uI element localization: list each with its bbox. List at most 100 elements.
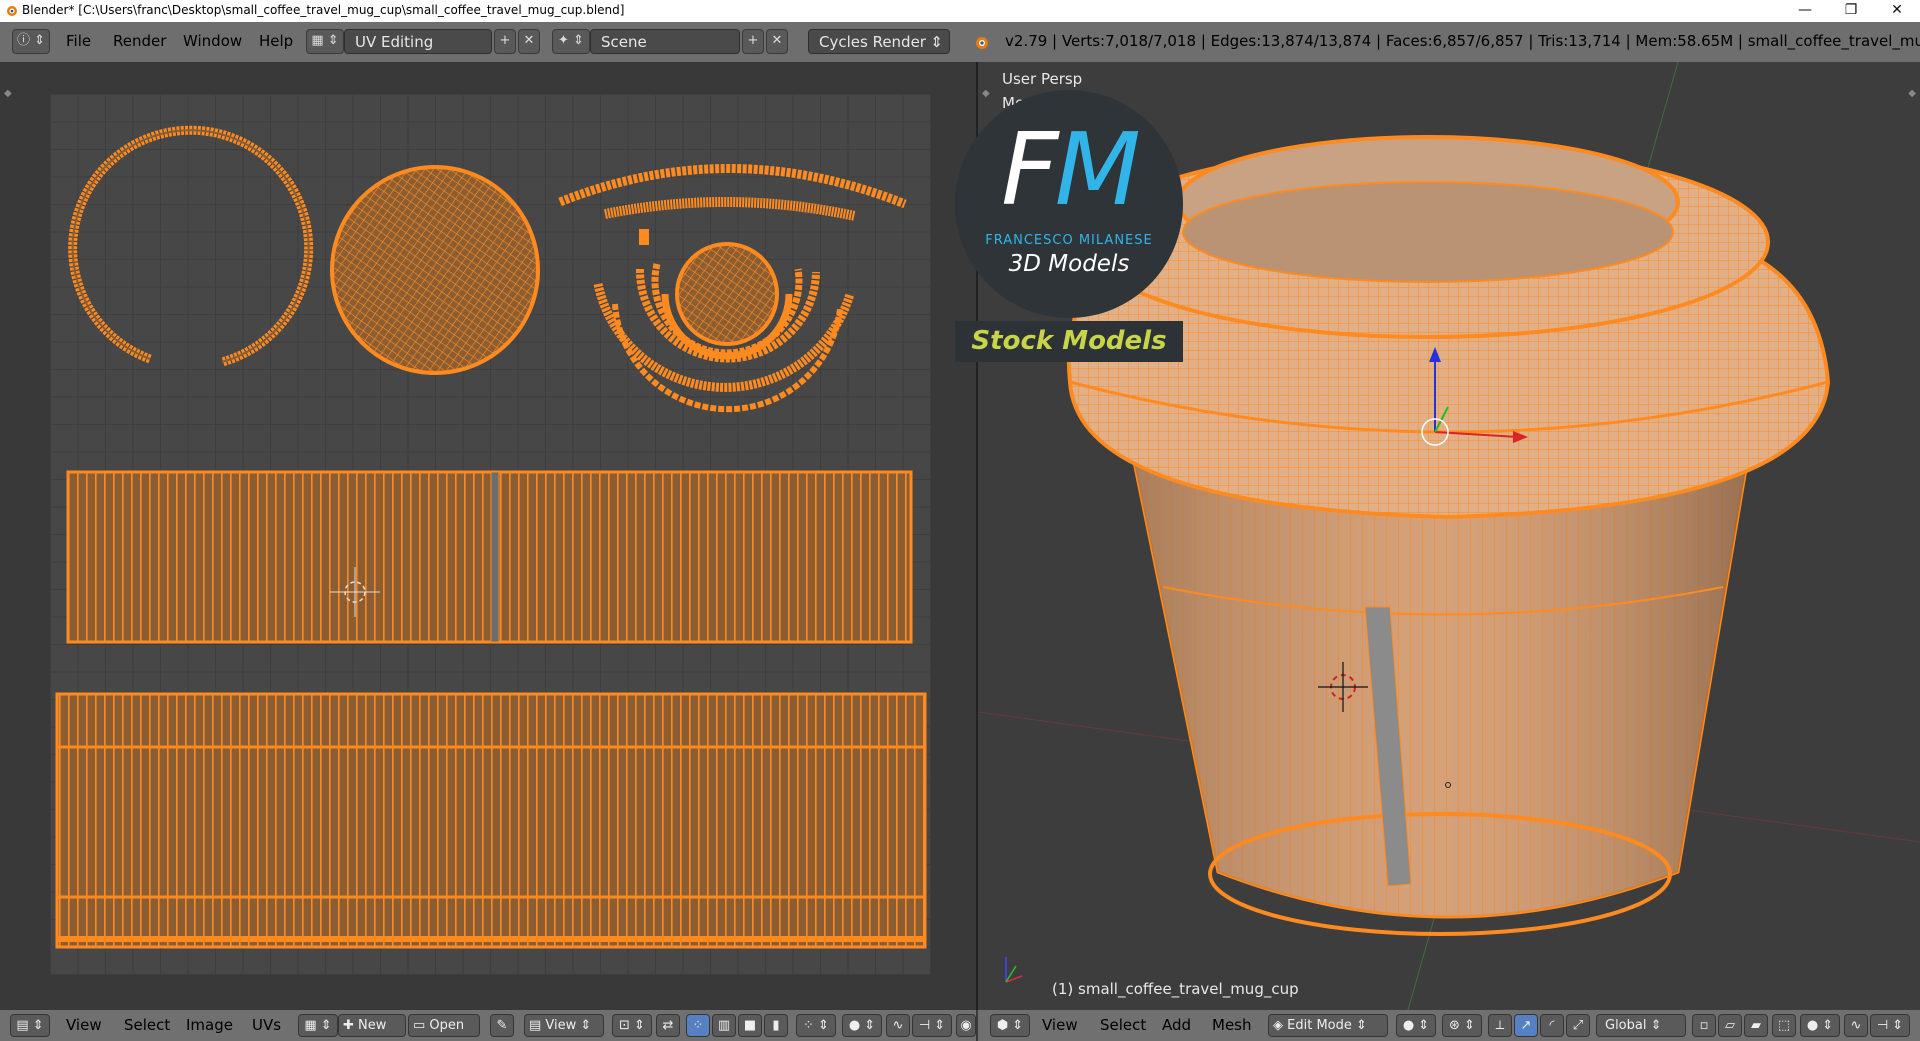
snap-3d-dropdown[interactable]: ⊣ ⇕ (1870, 1014, 1910, 1037)
cube-icon: ⬢ ⇕ (996, 1018, 1024, 1033)
rotate-manipulator-button[interactable]: ◜ (1540, 1014, 1564, 1037)
view-name-label: User Persp (1002, 70, 1083, 88)
logo-m: M (1054, 111, 1141, 228)
uv-island-arc (558, 164, 907, 209)
shading-sphere-icon: ● ⇕ (1402, 1018, 1430, 1033)
shading-dropdown[interactable]: ● ⇕ (1396, 1014, 1436, 1037)
island-select-button[interactable]: ▮ (764, 1014, 788, 1037)
scene-icon: ✦ ⇕ (558, 33, 584, 48)
scene-field[interactable]: Scene (590, 29, 740, 54)
region-toggle-icon[interactable]: ◆ (1908, 88, 1916, 99)
translate-manipulator-button[interactable]: ↗ (1514, 1014, 1538, 1037)
viewport-menu-view[interactable]: View (1042, 1016, 1078, 1034)
render-icon-button[interactable]: ◉ (956, 1014, 976, 1037)
minimize-button[interactable]: — (1782, 0, 1828, 22)
vertex-select-mode[interactable]: ▫ (1692, 1014, 1716, 1037)
new-image-button[interactable]: ✚ New (338, 1014, 406, 1037)
rotate-icon: ◜ (1549, 1018, 1555, 1033)
pivot-button[interactable]: ⊡ ⇕ (612, 1014, 652, 1037)
uv-islands[interactable] (50, 94, 931, 975)
editor-type-uv-button[interactable]: ▤ ⇕ (10, 1014, 50, 1037)
screen-layout-field[interactable]: UV Editing (344, 29, 492, 54)
occlude-geometry-button[interactable]: ⬚ (1772, 1014, 1796, 1037)
vertex-mode-icon: ▫ (1699, 1018, 1709, 1033)
scene-selector[interactable]: ✦ ⇕ (552, 29, 590, 54)
mode-dropdown[interactable]: ◈ Edit Mode ⇕ (1268, 1014, 1388, 1037)
viewport-menu-add[interactable]: Add (1162, 1016, 1191, 1034)
menu-window[interactable]: Window (183, 32, 242, 50)
watermark-banner: Stock Models (955, 321, 1183, 362)
edit-mode-icon: ◈ (1273, 1018, 1288, 1033)
editor-type-3d-button[interactable]: ⬢ ⇕ (990, 1014, 1030, 1037)
falloff-3d-button[interactable]: ∿ (1844, 1014, 1868, 1037)
uv-menu-image[interactable]: Image (186, 1016, 233, 1034)
delete-scene-button[interactable]: ✕ (766, 29, 788, 54)
sync-icon: ⇄ (662, 1018, 674, 1033)
logo-monogram: FM (955, 120, 1183, 220)
uv-editor-pane[interactable]: ◆ (0, 62, 978, 1010)
vertex-select-icon: ⁘ (692, 1018, 704, 1033)
region-toggle-icon[interactable]: ◆ (4, 88, 12, 99)
island-select-icon: ▮ (772, 1018, 780, 1033)
watermark-banner-text: Stock Models (971, 326, 1167, 356)
view-mode-dropdown[interactable]: ▤ View ⇕ (524, 1014, 604, 1037)
face-mode-icon: ▰ (1751, 1018, 1761, 1033)
scale-manipulator-button[interactable]: ⤢ (1566, 1014, 1590, 1037)
browse-image-button[interactable]: ▦ ⇕ (298, 1014, 338, 1037)
image-editor-icon: ▤ ⇕ (16, 1018, 44, 1033)
uv-island-lid-strip (55, 692, 927, 949)
render-engine-dropdown[interactable]: Cycles Render ⇕ (808, 29, 950, 54)
pivot-icon: ⊛ ⇕ (1449, 1018, 1475, 1033)
uv-canvas[interactable] (50, 94, 931, 975)
face-select-button[interactable]: ■ (738, 1014, 762, 1037)
open-image-button[interactable]: ▭ Open (408, 1014, 480, 1037)
sticky-icon: ⁘ ⇕ (803, 1018, 829, 1033)
viewport-menu-select[interactable]: Select (1100, 1016, 1146, 1034)
falloff-icon: ∿ (1850, 1018, 1862, 1033)
falloff-button[interactable]: ∿ (886, 1014, 910, 1037)
menu-help[interactable]: Help (259, 32, 293, 50)
face-select-mode[interactable]: ▰ (1744, 1014, 1768, 1037)
plus-icon: + (747, 33, 759, 48)
axis-widget-icon (1005, 957, 1023, 983)
menu-file[interactable]: File (66, 32, 91, 50)
editor-type-info-button[interactable]: ⓘ ⇕ (12, 29, 50, 54)
edge-select-mode[interactable]: ▱ (1718, 1014, 1742, 1037)
maximize-button[interactable]: ❐ (1828, 0, 1874, 22)
mode-label: Edit Mode (1287, 1018, 1352, 1033)
vertex-select-button[interactable]: ⁘ (686, 1014, 710, 1037)
pin-icon: ✎ (496, 1018, 508, 1033)
uv-menu-uvs[interactable]: UVs (252, 1016, 281, 1034)
proportional-edit-dropdown[interactable]: ● ⇕ (842, 1014, 882, 1037)
close-window-button[interactable]: ✕ (1874, 0, 1920, 22)
region-toggle-icon[interactable]: ◆ (982, 88, 990, 99)
pivot-point-dropdown[interactable]: ⊛ ⇕ (1442, 1014, 1482, 1037)
x-icon: ✕ (523, 33, 535, 48)
sync-selection-button[interactable]: ⇄ (656, 1014, 680, 1037)
pin-button[interactable]: ✎ (490, 1014, 514, 1037)
viewport-menu-mesh[interactable]: Mesh (1212, 1016, 1252, 1034)
menu-render[interactable]: Render (113, 32, 166, 50)
face-select-icon: ■ (743, 1018, 757, 1033)
sticky-select-dropdown[interactable]: ⁘ ⇕ (796, 1014, 836, 1037)
manipulator-toggle[interactable]: ⟂ (1488, 1014, 1512, 1037)
uv-menu-view[interactable]: View (66, 1016, 102, 1034)
uv-menu-select[interactable]: Select (124, 1016, 170, 1034)
delete-screen-button[interactable]: ✕ (518, 29, 540, 54)
scene-statistics: v2.79 | Verts:7,018/7,018 | Edges:13,874… (1005, 32, 1920, 50)
edge-mode-icon: ▱ (1725, 1018, 1735, 1033)
3d-viewport-header: ⬢ ⇕ View Select Add Mesh ◈ Edit Mode ⇕ ●… (978, 1010, 1920, 1041)
screen-layout-selector[interactable]: ▦ ⇕ (306, 29, 344, 54)
scale-icon: ⤢ (1572, 1018, 1584, 1033)
uv-editor-header: ▤ ⇕ View Select Image UVs ▦ ⇕ ✚ New ▭ Op… (0, 1010, 976, 1041)
orientation-dropdown[interactable]: Global ⇕ (1596, 1014, 1686, 1037)
add-scene-button[interactable]: + (742, 29, 764, 54)
logo-author: FRANCESCO MILANESE (985, 233, 1153, 248)
folder-icon: ▭ (413, 1018, 430, 1033)
add-screen-button[interactable]: + (494, 29, 516, 54)
translate-arrow-icon: ↗ (1520, 1018, 1532, 1033)
watermark-logo: FM FRANCESCO MILANESE 3D Models (955, 90, 1183, 318)
snap-dropdown[interactable]: ⊣ ⇕ (912, 1014, 952, 1037)
edge-select-button[interactable]: ▥ (712, 1014, 736, 1037)
proportional-edit-3d-dropdown[interactable]: ● ⇕ (1800, 1014, 1840, 1037)
